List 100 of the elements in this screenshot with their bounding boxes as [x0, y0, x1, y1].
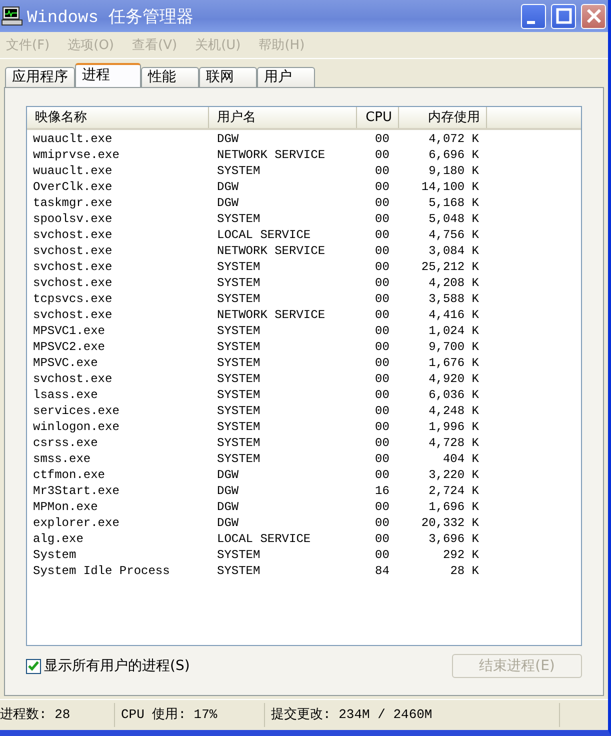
table-cell-text: DGW	[216, 499, 240, 515]
table-cell-text: svchost.exe	[32, 307, 114, 323]
table-cell-text: 00	[374, 515, 390, 531]
table-cell-text: 00	[374, 435, 390, 451]
table-cell-text: SYSTEM	[216, 339, 262, 355]
table-cell-text: 9,700 K	[428, 339, 480, 355]
table-cell-text: 00	[374, 211, 390, 227]
checkmark-icon	[28, 660, 39, 672]
table-cell-text: 28 K	[449, 563, 480, 579]
table-cell-text: csrss.exe	[32, 435, 99, 451]
minimize-icon	[526, 20, 534, 24]
table-cell-text: 1,024 K	[428, 323, 480, 339]
table-cell-text: SYSTEM	[216, 371, 262, 387]
checkbox-label: 显示所有用户的进程(S)	[44, 657, 190, 675]
table-cell-text: SYSTEM	[216, 163, 262, 179]
status-text: CPU 使用: 17%	[115, 703, 265, 727]
table-cell-text: winlogon.exe	[32, 419, 120, 435]
table-cell-text: MPSVC2.exe	[32, 339, 106, 355]
tab[interactable]: 应用程序	[5, 67, 75, 87]
table-cell-text: System Idle Process	[32, 563, 171, 579]
column-header[interactable]: CPU	[357, 107, 399, 128]
table-cell-text: 4,248 K	[428, 403, 480, 419]
table-cell-text: LOCAL SERVICE	[216, 227, 312, 243]
table-cell-text: SYSTEM	[216, 435, 262, 451]
tab[interactable]: 用户	[257, 67, 315, 87]
maximize-button[interactable]	[551, 4, 576, 28]
table-cell-text: 00	[374, 323, 390, 339]
column-header[interactable]: 内存使用	[399, 107, 487, 128]
table-cell-text: 6,696 K	[428, 147, 480, 163]
table-cell-text: 292 K	[442, 547, 480, 563]
table-cell-text: services.exe	[32, 403, 120, 419]
table-cell-text: NETWORK SERVICE	[216, 307, 326, 323]
status-text: 提交更改: 234M / 2460M	[265, 703, 560, 727]
table-cell-text: DGW	[216, 179, 240, 195]
table-cell-text: 00	[374, 227, 390, 243]
table-cell-text: SYSTEM	[216, 419, 262, 435]
table-cell-text: wuauclt.exe	[32, 131, 114, 147]
table-cell-text: 00	[374, 547, 390, 563]
table-cell-text: DGW	[216, 195, 240, 211]
table-cell-text: SYSTEM	[216, 403, 262, 419]
status-text: 进程数: 28	[0, 703, 115, 727]
table-cell-text: 00	[374, 147, 390, 163]
table-cell-text: 4,728 K	[428, 435, 480, 451]
table-cell-text: 14,100 K	[420, 179, 480, 195]
tab[interactable]: 联网	[199, 67, 257, 87]
table-cell-text: 3,220 K	[428, 467, 480, 483]
table-cell-text: 3,588 K	[428, 291, 480, 307]
table-cell-text: 4,072 K	[428, 131, 480, 147]
table-cell-text: wmiprvse.exe	[32, 147, 120, 163]
monitor-icon	[1, 5, 23, 27]
table-cell-text: 00	[374, 259, 390, 275]
table-cell-text: 00	[374, 499, 390, 515]
table-cell-text: SYSTEM	[216, 275, 262, 291]
window-title: Windows 任务管理器	[27, 7, 194, 28]
table-cell-text: 4,208 K	[428, 275, 480, 291]
table-cell-text: SYSTEM	[216, 563, 262, 579]
tab[interactable]: 性能	[141, 67, 199, 87]
table-cell-text: 20,332 K	[420, 515, 480, 531]
table-cell-text: DGW	[216, 467, 240, 483]
table-cell-text: spoolsv.exe	[32, 211, 114, 227]
table-cell-text: svchost.exe	[32, 243, 114, 259]
table-cell-text: ctfmon.exe	[32, 467, 106, 483]
table-cell-text: 84	[374, 563, 390, 579]
tab[interactable]: 进程	[75, 63, 141, 87]
table-cell-text: explorer.exe	[32, 515, 120, 531]
table-cell-text: 9,180 K	[428, 163, 480, 179]
table-cell-text: svchost.exe	[32, 259, 114, 275]
table-cell-text: 00	[374, 371, 390, 387]
table-cell-text: NETWORK SERVICE	[216, 147, 326, 163]
table-cell-text: lsass.exe	[32, 387, 99, 403]
table-cell-text: SYSTEM	[216, 323, 262, 339]
table-cell-text: alg.exe	[32, 531, 84, 547]
table-cell-text: 5,168 K	[428, 195, 480, 211]
table-cell-text: MPMon.exe	[32, 499, 99, 515]
close-icon	[586, 8, 602, 24]
table-cell-text: smss.exe	[32, 451, 92, 467]
table-cell-text: 4,416 K	[428, 307, 480, 323]
table-cell-text: SYSTEM	[216, 259, 262, 275]
table-cell-text: 6,036 K	[428, 387, 480, 403]
table-cell-text: System	[32, 547, 78, 563]
column-header[interactable]: 映像名称	[27, 107, 209, 128]
minimize-button[interactable]	[521, 4, 546, 28]
table-cell-text: 00	[374, 403, 390, 419]
table-cell-text: svchost.exe	[32, 275, 114, 291]
table-cell-text: NETWORK SERVICE	[216, 243, 326, 259]
maximize-icon	[556, 8, 572, 24]
table-cell-text: 00	[374, 195, 390, 211]
table-cell-text: SYSTEM	[216, 291, 262, 307]
table-cell-text: 1,676 K	[428, 355, 480, 371]
checkbox[interactable]	[26, 658, 41, 674]
table-cell-text: 00	[374, 307, 390, 323]
table-cell-text: SYSTEM	[216, 547, 262, 563]
table-cell-text: MPSVC.exe	[32, 355, 99, 371]
table-cell-text: Mr3Start.exe	[32, 483, 120, 499]
close-button[interactable]	[581, 4, 606, 28]
table-cell-text: 00	[374, 387, 390, 403]
column-header[interactable]: 用户名	[209, 107, 357, 128]
table-cell-text: 00	[374, 355, 390, 371]
table-cell-text: LOCAL SERVICE	[216, 531, 312, 547]
table-cell-text: 00	[374, 275, 390, 291]
